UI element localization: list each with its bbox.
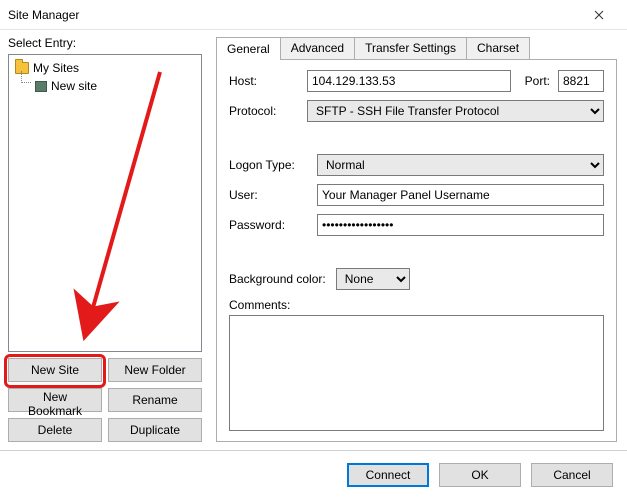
bgcolor-label: Background color: xyxy=(229,272,326,286)
tree-item-new-site[interactable]: New site xyxy=(13,77,201,95)
host-label: Host: xyxy=(229,74,299,88)
comments-label: Comments: xyxy=(229,298,604,312)
new-folder-button[interactable]: New Folder xyxy=(108,358,202,382)
tree-item-label: New site xyxy=(51,79,97,93)
tree-root-label: My Sites xyxy=(33,61,79,75)
comments-textarea[interactable] xyxy=(229,315,604,431)
tab-transfer[interactable]: Transfer Settings xyxy=(354,37,467,59)
tab-charset[interactable]: Charset xyxy=(466,37,530,59)
tab-body-general: Host: Port: Protocol: SFTP - SSH File Tr… xyxy=(216,60,617,442)
close-icon xyxy=(594,10,604,20)
server-icon xyxy=(35,81,47,92)
ok-button[interactable]: OK xyxy=(439,463,521,487)
content: Select Entry: My Sites New site New Site… xyxy=(0,30,627,450)
tree-connector xyxy=(21,71,31,83)
password-label: Password: xyxy=(229,218,309,232)
dialog-footer: Connect OK Cancel xyxy=(0,450,627,498)
protocol-select[interactable]: SFTP - SSH File Transfer Protocol xyxy=(307,100,604,122)
port-label: Port: xyxy=(525,74,550,88)
delete-button[interactable]: Delete xyxy=(8,418,102,442)
host-input[interactable] xyxy=(307,70,511,92)
left-pane: Select Entry: My Sites New site New Site… xyxy=(0,30,210,450)
tree-root[interactable]: My Sites xyxy=(13,59,201,77)
bgcolor-select[interactable]: None xyxy=(336,268,410,290)
password-input[interactable] xyxy=(317,214,604,236)
close-button[interactable] xyxy=(579,1,619,29)
new-site-button[interactable]: New Site xyxy=(8,358,102,382)
rename-button[interactable]: Rename xyxy=(108,388,202,412)
left-buttons: New Site New Folder New Bookmark Rename … xyxy=(8,358,202,442)
port-input[interactable] xyxy=(558,70,604,92)
site-tree[interactable]: My Sites New site xyxy=(8,54,202,352)
window-title: Site Manager xyxy=(8,8,579,22)
protocol-label: Protocol: xyxy=(229,104,299,118)
user-label: User: xyxy=(229,188,309,202)
cancel-button[interactable]: Cancel xyxy=(531,463,613,487)
titlebar: Site Manager xyxy=(0,0,627,30)
logon-type-label: Logon Type: xyxy=(229,158,309,172)
select-entry-label: Select Entry: xyxy=(8,36,202,50)
tab-general[interactable]: General xyxy=(216,37,281,60)
connect-button[interactable]: Connect xyxy=(347,463,429,487)
new-bookmark-button[interactable]: New Bookmark xyxy=(8,388,102,412)
logon-type-select[interactable]: Normal xyxy=(317,154,604,176)
duplicate-button[interactable]: Duplicate xyxy=(108,418,202,442)
tab-advanced[interactable]: Advanced xyxy=(280,37,355,59)
tabs: General Advanced Transfer Settings Chars… xyxy=(216,36,617,60)
user-input[interactable] xyxy=(317,184,604,206)
right-pane: General Advanced Transfer Settings Chars… xyxy=(210,30,627,450)
